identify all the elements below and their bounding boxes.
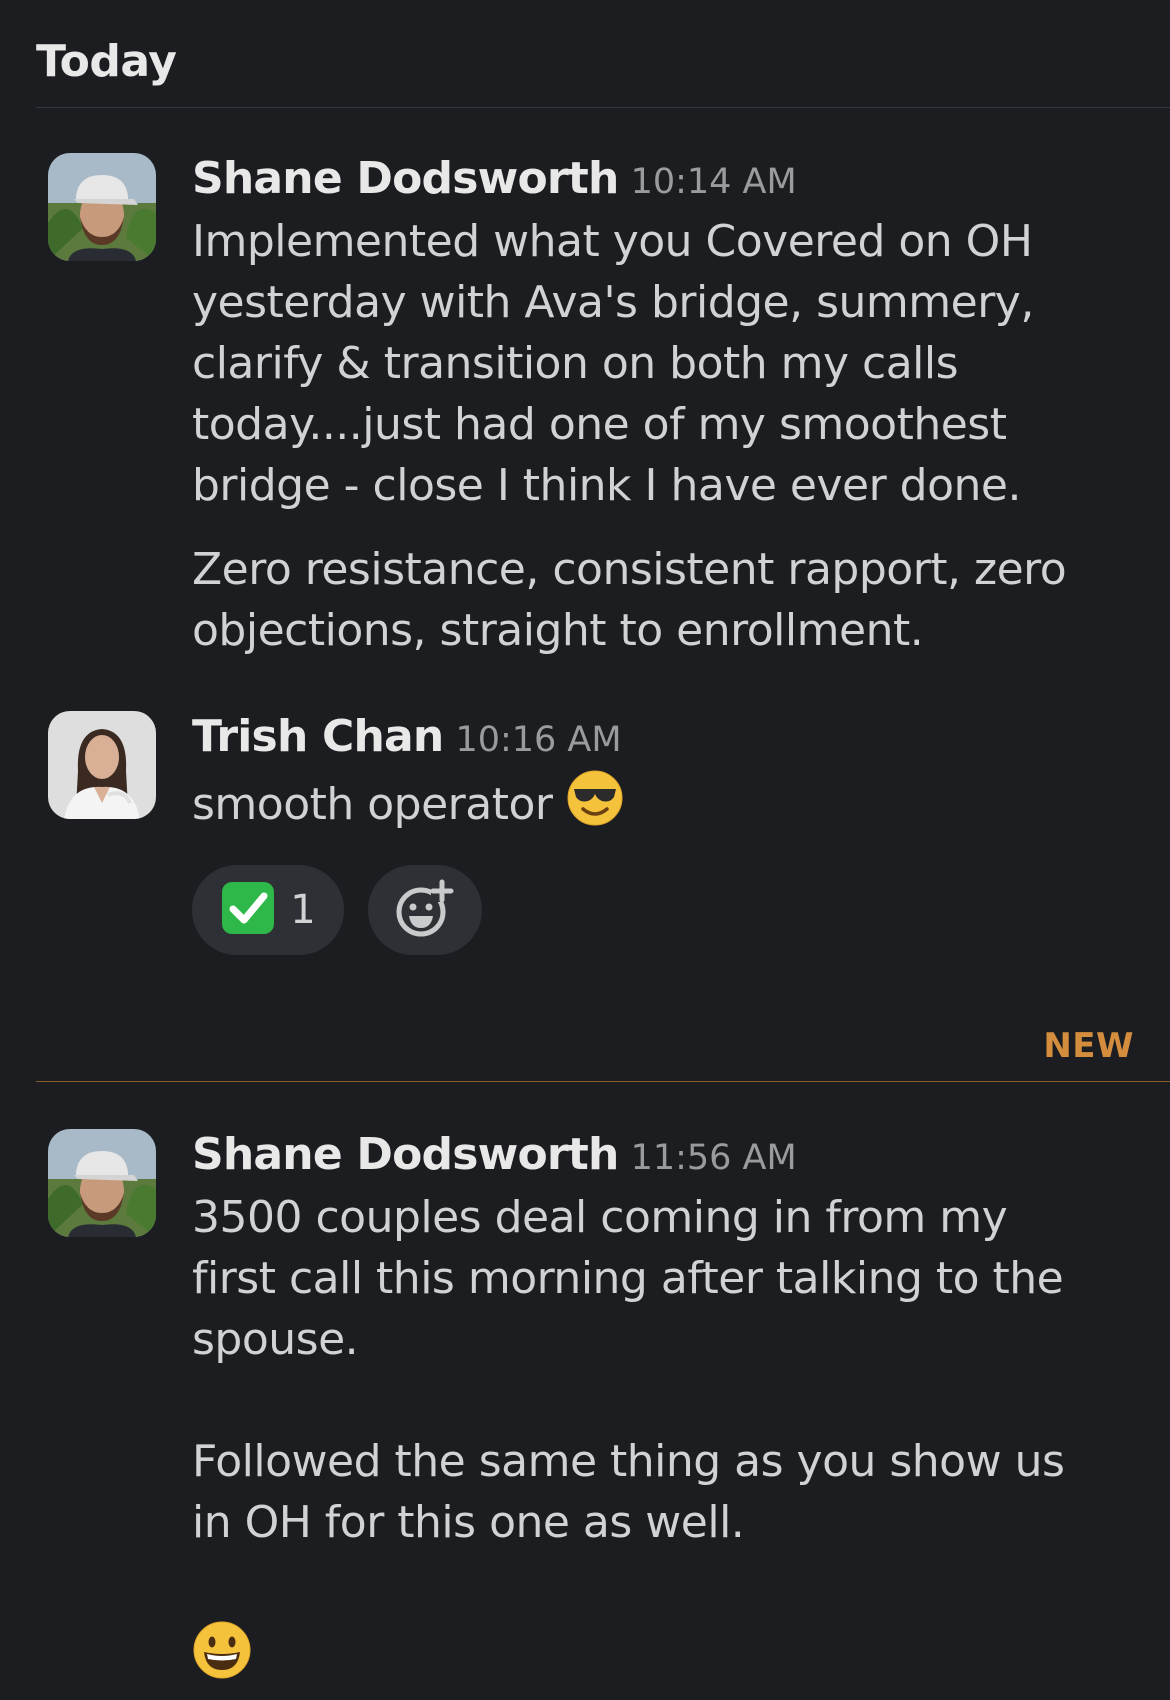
text-line: objections, straight to enrollment.	[192, 605, 924, 656]
text-line: yesterday with Ava's bridge, summery,	[192, 277, 1034, 328]
author-name[interactable]: Shane Dodsworth	[192, 1129, 619, 1180]
timestamp[interactable]: 10:16 AM	[455, 720, 621, 760]
new-messages-label: NEW	[1043, 1026, 1134, 1066]
text-line: first call this morning after talking to…	[192, 1253, 1064, 1304]
text-line: today....just had one of my smoothest	[192, 399, 1007, 450]
message-paragraph: 3500 couples deal coming in from my firs…	[192, 1187, 1134, 1370]
reaction-count: 1	[290, 887, 316, 933]
avatar[interactable]	[48, 153, 156, 261]
avatar[interactable]	[48, 1129, 156, 1237]
text-line: Zero resistance, consistent rapport, zer…	[192, 544, 1067, 595]
text-line: Implemented what you Covered on OH	[192, 216, 1033, 267]
text-line: bridge - close I think I have ever done.	[192, 460, 1021, 511]
message[interactable]: Shane Dodsworth 11:56 AM 3500 couples dea…	[48, 1129, 1134, 1689]
text-line: smooth operator	[192, 779, 553, 830]
text-line: in OH for this one as well.	[192, 1497, 745, 1548]
timestamp[interactable]: 11:56 AM	[631, 1138, 797, 1178]
text-line: spouse.	[192, 1314, 359, 1365]
avatar[interactable]	[48, 711, 156, 819]
author-name[interactable]: Shane Dodsworth	[192, 153, 619, 204]
new-messages-divider	[36, 1081, 1170, 1082]
add-reaction-button[interactable]	[368, 865, 482, 955]
author-name[interactable]: Trish Chan	[192, 711, 444, 762]
message[interactable]: Shane Dodsworth 10:14 AM Implemented what…	[48, 153, 1134, 673]
smiling-face-with-sunglasses-icon	[566, 769, 624, 843]
reaction-pill[interactable]: 1	[192, 865, 344, 955]
timestamp[interactable]: 10:14 AM	[631, 162, 797, 202]
grinning-face-icon	[192, 1620, 1134, 1684]
text-line: 3500 couples deal coming in from my	[192, 1192, 1008, 1243]
message-paragraph: Followed the same thing as you show us i…	[192, 1431, 1134, 1553]
message-paragraph: Zero resistance, consistent rapport, zer…	[192, 539, 1134, 661]
white-check-mark-icon	[220, 880, 276, 940]
reactions-bar: 1	[192, 865, 1134, 955]
day-divider	[36, 107, 1170, 108]
add-reaction-icon	[393, 876, 457, 944]
text-line: clarify & transition on both my calls	[192, 338, 959, 389]
day-header: Today	[36, 36, 177, 87]
text-line: Followed the same thing as you show us	[192, 1436, 1065, 1487]
message-paragraph: Implemented what you Covered on OH yeste…	[192, 211, 1134, 516]
message[interactable]: Trish Chan 10:16 AM smooth operator 1	[48, 711, 1134, 955]
message-text: smooth operator	[192, 769, 1134, 843]
